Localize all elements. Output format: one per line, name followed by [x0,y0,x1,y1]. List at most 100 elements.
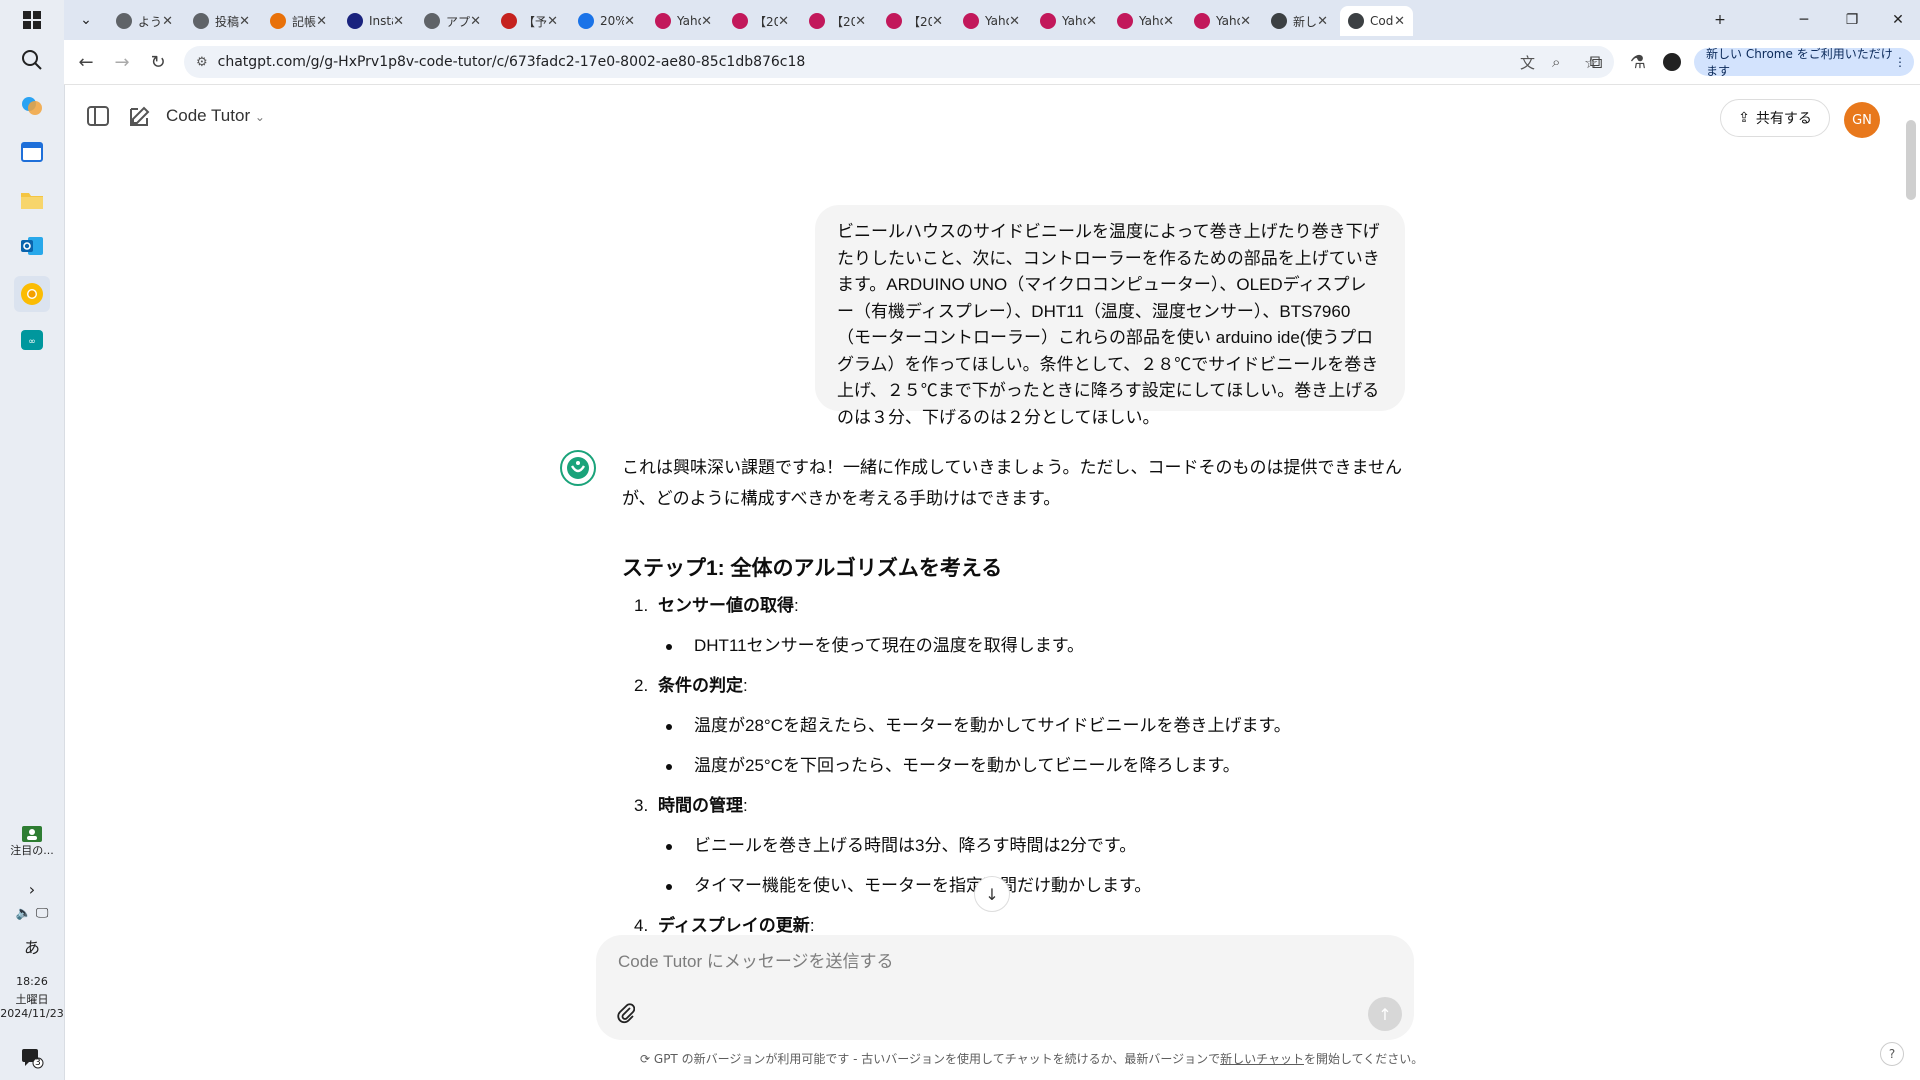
step-colon: : [743,796,748,815]
scroll-to-bottom-button[interactable]: ↓ [974,876,1010,912]
tab-close-icon[interactable]: ✕ [1394,14,1405,29]
forward-icon[interactable]: → [108,48,136,76]
gpt-model-selector[interactable]: Code Tutor ⌄ [166,106,265,126]
tab-favicon-icon [578,13,594,29]
labs-flask-icon[interactable]: ⚗ [1624,48,1652,76]
tab-favicon-icon [732,13,748,29]
step-colon: : [794,596,799,615]
tab-search-icon[interactable]: ⌄ [68,8,104,32]
tab-label: 【20 [754,14,779,29]
new-chat-link[interactable]: 新しいチャット [1220,1052,1304,1066]
tab-label: 20% [600,14,625,28]
vertical-scrollbar[interactable] [1906,120,1916,200]
close-window-icon[interactable]: ✕ [1878,8,1918,32]
windows-taskbar: ∞ 注目の... › 🔈 🖵 あ 18:26 土曜日 2024/11/23 3 [0,0,65,1080]
address-bar[interactable]: ⚙ chatgpt.com/g/g-HxPrv1p8v-code-tutor/c… [184,46,1614,78]
footer-icon: ⟳ [640,1052,651,1066]
tab-close-icon[interactable]: ✕ [1317,14,1328,29]
new-tab-icon[interactable]: + [1700,8,1740,32]
browser-tab[interactable]: 【20 ✕ [878,6,951,36]
back-icon[interactable]: ← [72,48,100,76]
file-explorer-icon[interactable] [14,182,50,218]
attach-icon[interactable] [610,997,642,1029]
tab-close-icon[interactable]: ✕ [624,14,635,29]
outlook-icon[interactable] [14,228,50,264]
profile-icon[interactable] [1658,48,1686,76]
clock-time[interactable]: 18:26 [0,975,64,988]
footer-text-post: を開始してください。 [1303,1052,1424,1066]
minimize-icon[interactable]: ─ [1784,8,1824,32]
tab-close-icon[interactable]: ✕ [470,14,481,29]
browser-tab[interactable]: 20% ✕ [570,6,643,36]
volume-network-icon[interactable]: 🔈 🖵 [0,906,64,921]
windows-start-icon[interactable] [14,2,50,38]
sidebar-toggle-icon[interactable] [84,102,112,130]
tab-close-icon[interactable]: ✕ [1163,14,1174,29]
browser-tab[interactable]: 新しい✕ [1263,6,1336,36]
tab-label: 【予 [523,14,548,29]
clock-date[interactable]: 2024/11/23 [0,1007,64,1020]
tab-label: Insta [369,14,393,28]
browser-tab[interactable]: Insta✕ [339,6,412,36]
tab-close-icon[interactable]: ✕ [778,14,789,29]
browser-window-icon[interactable] [14,134,50,170]
chevron-down-icon: ⌄ [254,110,265,124]
search-icon[interactable] [14,42,50,78]
browser-tab[interactable]: 【予 ✕ [493,6,566,36]
chevron-right-icon[interactable]: › [0,880,64,899]
message-input[interactable] [616,945,1380,979]
restore-icon[interactable]: ❐ [1832,8,1872,32]
more-menu-icon[interactable]: ⋮ [1894,55,1906,69]
tab-close-icon[interactable]: ✕ [701,14,712,29]
tab-close-icon[interactable]: ✕ [547,14,558,29]
help-button[interactable]: ? [1880,1042,1904,1066]
arduino-ide-icon[interactable]: ∞ [14,322,50,358]
user-avatar[interactable]: GN [1844,102,1880,138]
browser-tab[interactable]: Yaho✕ [1186,6,1259,36]
step-item: 1. センサー値の取得: [622,594,1402,618]
tab-close-icon[interactable]: ✕ [855,14,866,29]
chrome-icon[interactable] [14,276,50,312]
extensions-icon[interactable]: ⧉ [1582,48,1610,76]
tab-close-icon[interactable]: ✕ [239,14,250,29]
browser-tab[interactable]: ようこ✕ [108,6,181,36]
browser-tab-strip: ⌄ ようこ✕投稿✕記帳✕Insta✕アプリ✕【予✕20%✕Yaho✕【20✕【2… [64,0,1920,40]
clock-weekday[interactable]: 土曜日 [0,991,64,1007]
footer-text-pre: GPT の新バージョンが利用可能です - 古いバージョンを使用してチャットを続け… [653,1052,1221,1066]
browser-tab[interactable]: Yaho✕ [955,6,1028,36]
browser-tab[interactable]: Cod ✕ [1340,6,1413,36]
browser-tab[interactable]: 【20 ✕ [801,6,874,36]
browser-tab[interactable]: Yaho✕ [1032,6,1105,36]
tab-close-icon[interactable]: ✕ [316,14,327,29]
translate-icon[interactable]: 文 [1520,52,1535,73]
browser-tab[interactable]: Yaho✕ [1109,6,1182,36]
tab-favicon-icon [1117,13,1133,29]
browser-tab[interactable]: 記帳 ✕ [262,6,335,36]
copilot-icon[interactable] [14,88,50,124]
browser-tab[interactable]: 投稿 ✕ [185,6,258,36]
tab-close-icon[interactable]: ✕ [1009,14,1020,29]
tab-close-icon[interactable]: ✕ [393,14,404,29]
send-button[interactable]: ↑ [1368,997,1402,1031]
browser-tab[interactable]: 【20 ✕ [724,6,797,36]
ime-indicator[interactable]: あ [0,934,64,958]
tab-label: Yaho [1139,14,1163,28]
browser-tab[interactable]: Yaho✕ [647,6,720,36]
zoom-icon[interactable]: ⌕ [1552,53,1560,71]
tab-close-icon[interactable]: ✕ [932,14,943,29]
tab-close-icon[interactable]: ✕ [1086,14,1097,29]
site-info-icon[interactable]: ⚙ [196,55,208,70]
notification-icon[interactable]: 3 [14,1040,50,1076]
tab-favicon-icon [193,13,209,29]
tab-close-icon[interactable]: ✕ [162,14,173,29]
user-message-text: ビニールハウスのサイドビニールを温度によって巻き上げたり巻き下げたりしたいこと、… [837,222,1380,427]
browser-tab[interactable]: アプリ✕ [416,6,489,36]
step-bullet: タイマー機能を使い、モーターを指定時間だけ動かします。 [622,874,1402,898]
url-text[interactable]: chatgpt.com/g/g-HxPrv1p8v-code-tutor/c/6… [218,54,806,70]
chrome-update-button[interactable]: 新しい Chrome をご利用いただけます ⋮ [1694,47,1914,78]
step-title: 条件の判定 [658,676,743,695]
tab-close-icon[interactable]: ✕ [1240,14,1251,29]
share-button[interactable]: ⇪ 共有する [1720,99,1830,137]
new-chat-icon[interactable] [126,102,154,130]
reload-icon[interactable]: ↻ [144,48,172,76]
